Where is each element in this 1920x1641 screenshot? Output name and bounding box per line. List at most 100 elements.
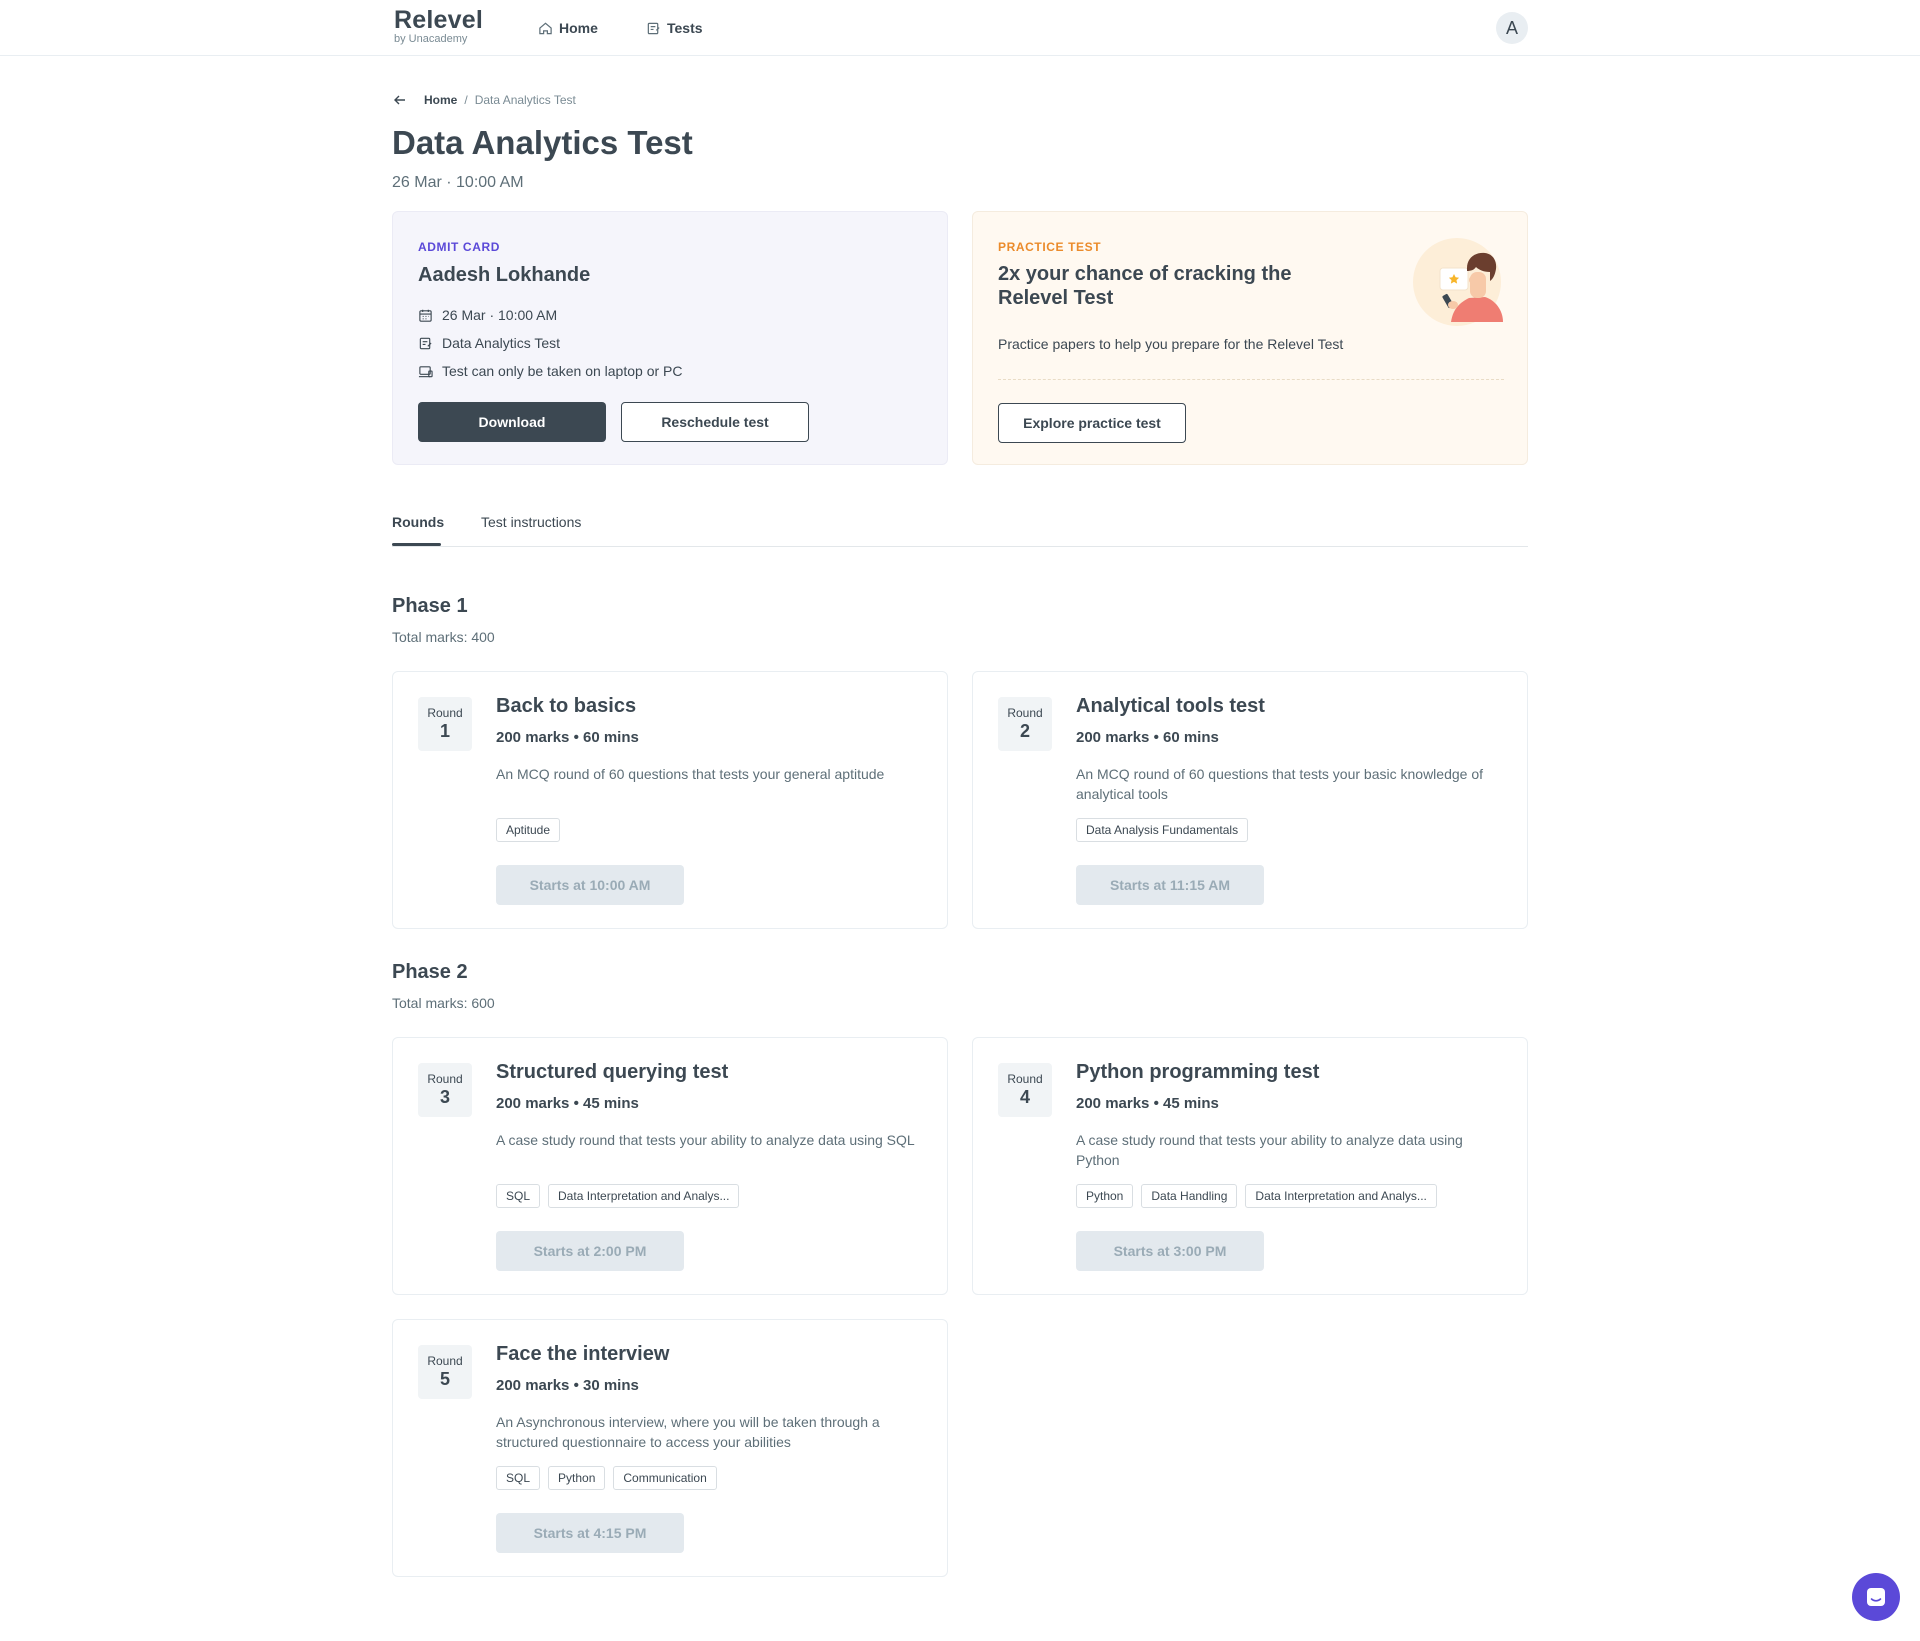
round-description: A case study round that tests your abili… [496,1132,915,1148]
breadcrumb-current: Data Analytics Test [474,93,576,107]
brand-logo[interactable]: Relevel by Unacademy [394,7,483,45]
nav-tests[interactable]: Tests [646,0,703,56]
top-navbar: Relevel by Unacademy Home Tests A [0,0,1920,56]
round-start-button[interactable]: Starts at 4:15 PM [496,1513,684,1553]
round-number: 1 [439,721,450,741]
admit-info-test: Data Analytics Test [418,329,682,357]
round-tag: SQL [496,1466,541,1490]
home-icon [539,22,552,34]
round-badge: Round 2 [998,697,1052,751]
download-button[interactable]: Download [418,402,606,442]
admit-info-date-text: 26 Mar · 10:00 AM [442,307,558,323]
round-description: An MCQ round of 60 questions that tests … [1076,766,1484,802]
round-start-button[interactable]: Starts at 3:00 PM [1076,1231,1264,1271]
admit-info-device-text: Test can only be taken on laptop or PC [442,363,683,379]
chat-launcher-button[interactable] [1852,1573,1900,1621]
round-tag: Python [548,1466,606,1490]
practice-test-overline: PRACTICE TEST [998,240,1102,254]
round-title: Analytical tools test [1076,695,1265,717]
admit-card: ADMIT CARD Aadesh Lokhande 26 Mar · 10:0… [392,211,948,465]
breadcrumb-separator: / [464,93,468,107]
test-icon [647,22,660,34]
round-tags: SQL Data Interpretation and Analys... [496,1184,740,1208]
back-arrow-icon[interactable] [392,91,410,109]
phase-title: Phase 2 [392,961,468,983]
nav-home-label: Home [559,20,598,36]
round-badge: Round 4 [998,1063,1052,1117]
round-description: An Asynchronous interview, where you wil… [496,1414,880,1450]
round-badge: Round 3 [418,1063,472,1117]
round-badge-label: Round [1007,706,1043,720]
round-description: An MCQ round of 60 questions that tests … [496,766,885,782]
phase-title: Phase 1 [392,595,468,617]
tabs: Rounds Test instructions [392,506,1528,547]
brand-subtitle: by Unacademy [394,33,468,45]
active-tab-indicator [392,543,441,546]
round-marks-duration: 200 marks • 45 mins [1076,1095,1219,1112]
round-tags: Python Data Handling Data Interpretation… [1076,1184,1437,1208]
tab-test-instructions[interactable]: Test instructions [481,514,581,530]
reschedule-test-button[interactable]: Reschedule test [621,402,809,442]
round-tag: Data Interpretation and Analys... [1245,1184,1437,1208]
tab-rounds[interactable]: Rounds [392,514,444,530]
brand-name: Relevel [394,6,483,34]
admit-info-test-text: Data Analytics Test [442,335,561,351]
admit-card-overline: ADMIT CARD [418,240,500,254]
test-icon [419,337,432,349]
round-tag: Data Handling [1141,1184,1238,1208]
nav-tests-label: Tests [667,20,703,36]
round-tag: Python [1076,1184,1134,1208]
round-number: 4 [1019,1087,1030,1107]
round-number: 2 [1019,721,1030,741]
round-title: Face the interview [496,1343,670,1365]
nav-home[interactable]: Home [538,0,598,56]
phase-total-marks: Total marks: 400 [392,629,495,645]
page-subtitle: 26 Mar · 10:00 AM [392,174,524,191]
round-badge-label: Round [1007,1072,1043,1086]
calendar-icon [419,309,432,322]
round-start-button[interactable]: Starts at 10:00 AM [496,865,684,905]
phase-total-marks: Total marks: 600 [392,995,495,1011]
admit-info-device: Test can only be taken on laptop or PC [418,357,682,385]
explore-practice-test-button[interactable]: Explore practice test [998,403,1186,443]
practice-test-divider [998,379,1504,380]
practice-test-description: Practice papers to help you prepare for … [998,336,1344,352]
round-badge-label: Round [427,1072,463,1086]
round-title: Structured querying test [496,1061,729,1083]
round-tag: SQL [496,1184,541,1208]
round-marks-duration: 200 marks • 30 mins [496,1377,639,1394]
chat-icon [1867,1588,1885,1606]
round-description: A case study round that tests your abili… [1076,1132,1463,1168]
round-card: Round 3 Structured querying test 200 mar… [392,1037,948,1295]
round-tags: Data Analysis Fundamentals [1076,818,1249,842]
candidate-name: Aadesh Lokhande [418,264,591,286]
round-badge: Round 1 [418,697,472,751]
round-title: Python programming test [1076,1061,1320,1083]
round-tag: Data Analysis Fundamentals [1076,818,1249,842]
round-marks-duration: 200 marks • 60 mins [496,729,639,746]
round-card: Round 5 Face the interview 200 marks • 3… [392,1319,948,1577]
round-start-button[interactable]: Starts at 2:00 PM [496,1231,684,1271]
round-tags: SQL Python Communication [496,1466,717,1490]
round-tag: Communication [613,1466,717,1490]
practice-test-card: PRACTICE TEST 2x your chance of cracking… [972,211,1528,465]
practice-test-headline: 2x your chance of cracking the Relevel T… [998,263,1292,309]
admit-info-list: 26 Mar · 10:00 AM Data Analytics Test Te… [418,301,682,385]
round-card: Round 4 Python programming test 200 mark… [972,1037,1528,1295]
round-card: Round 2 Analytical tools test 200 marks … [972,671,1528,929]
round-title: Back to basics [496,695,637,717]
round-tag: Aptitude [496,818,561,842]
round-badge-label: Round [427,706,463,720]
round-tag: Data Interpretation and Analys... [548,1184,740,1208]
breadcrumb: Home / Data Analytics Test [392,91,576,109]
round-number: 5 [439,1369,450,1389]
avatar[interactable]: A [1496,12,1528,44]
round-start-button[interactable]: Starts at 11:15 AM [1076,865,1264,905]
admit-info-date: 26 Mar · 10:00 AM [418,301,682,329]
breadcrumb-home[interactable]: Home [424,93,457,107]
round-badge: Round 5 [418,1345,472,1399]
page-title: Data Analytics Test [392,124,693,161]
round-tags: Aptitude [496,818,561,842]
round-number: 3 [439,1087,450,1107]
laptop-icon [418,365,433,377]
